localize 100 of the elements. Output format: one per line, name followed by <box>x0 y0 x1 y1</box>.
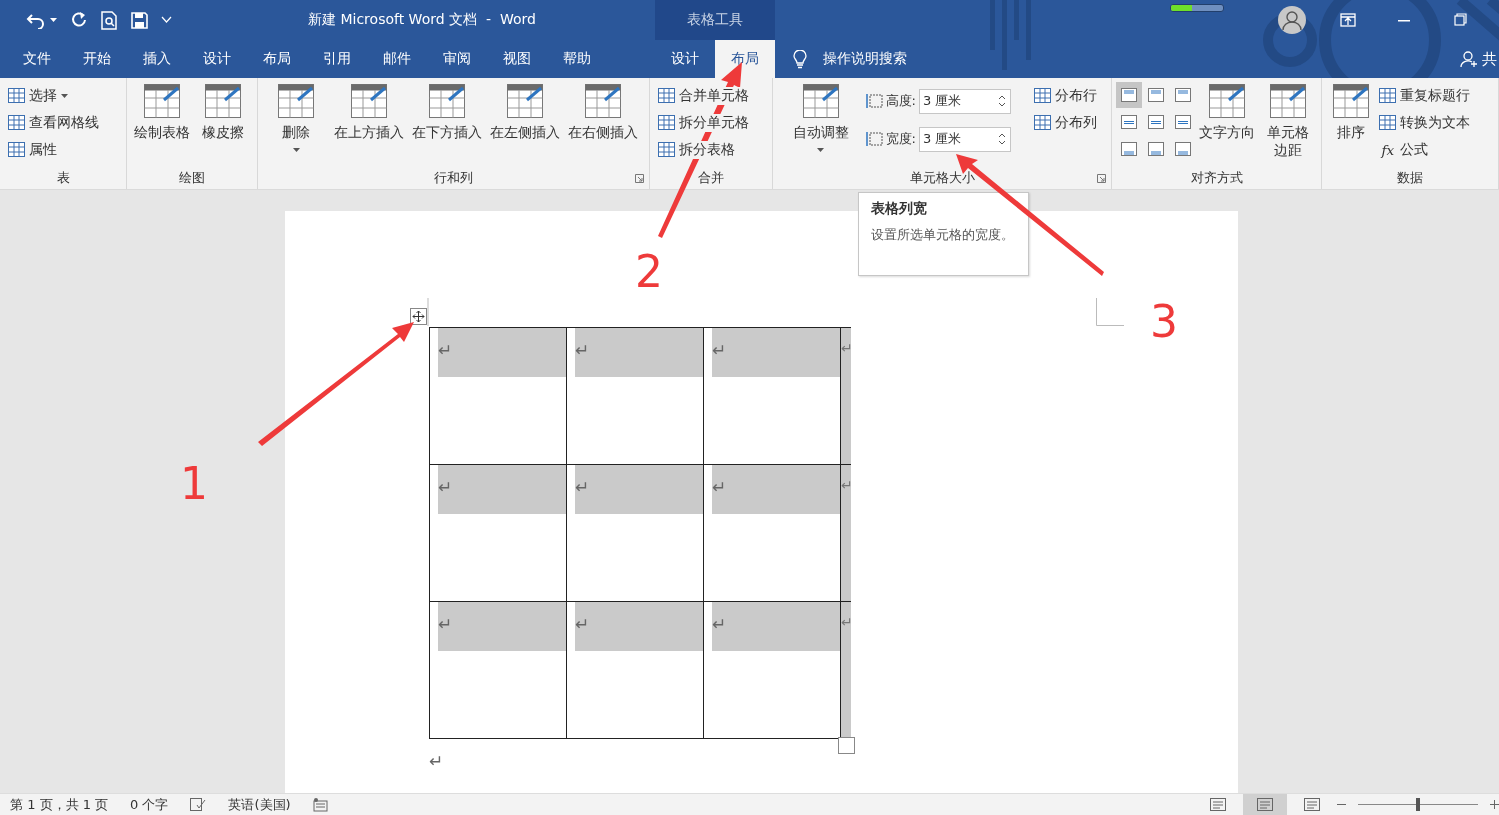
table-icon <box>1034 88 1052 103</box>
ribbon-tab[interactable]: 邮件 <box>367 40 427 78</box>
ribbon-tab[interactable]: 帮助 <box>547 40 607 78</box>
ribbon-button[interactable]: 文字方向 <box>1196 82 1259 144</box>
language[interactable]: 英语(美国) <box>228 795 291 814</box>
ribbon-button[interactable]: 在下方插入 <box>408 82 486 144</box>
ribbon-button[interactable]: 属性 <box>4 136 103 163</box>
text-align-icon <box>1148 142 1164 156</box>
print-preview-icon[interactable] <box>101 10 118 30</box>
zoom-in-icon[interactable] <box>1490 800 1499 809</box>
ribbon-button[interactable]: 转换为文本 <box>1375 109 1494 136</box>
table-icon <box>507 84 543 118</box>
ribbon-tab[interactable]: 布局 <box>247 40 307 78</box>
view-button[interactable] <box>1243 793 1287 815</box>
ribbon-button[interactable]: 在上方插入 <box>330 82 408 144</box>
ribbon-button[interactable]: 自动调整 <box>777 82 865 154</box>
group-label: 表 <box>56 169 70 187</box>
ribbon-button[interactable]: 橡皮擦 <box>192 82 253 144</box>
caret-icon <box>817 147 825 152</box>
add-person-icon <box>1460 50 1478 68</box>
annotation-number: 2 <box>635 250 663 294</box>
resize-handle-icon[interactable] <box>838 737 855 754</box>
ribbon-button[interactable]: 单元格边距 <box>1258 82 1317 162</box>
macro-icon[interactable] <box>312 797 328 812</box>
group-label: 合并 <box>698 169 724 187</box>
page-count[interactable]: 第 1 页，共 1 页 <box>10 795 109 814</box>
move-handle-icon[interactable] <box>410 308 427 325</box>
table-icon <box>1034 115 1052 130</box>
ribbon-button[interactable]: 分布列 <box>1030 109 1107 136</box>
text-align-icon <box>1121 88 1137 102</box>
spin-field[interactable]: 3 厘米 <box>919 126 1011 152</box>
group-label: 数据 <box>1397 169 1423 187</box>
spin-arrows-icon[interactable] <box>999 94 1005 108</box>
ribbon-button[interactable]: 选择 <box>4 82 103 109</box>
row-end-marker: ↵ <box>841 602 851 738</box>
undo-icon[interactable] <box>26 11 46 29</box>
word-count[interactable]: 0 个字 <box>130 795 169 814</box>
ribbon-button[interactable]: 在右侧插入 <box>564 82 642 144</box>
view-icon <box>1257 798 1273 811</box>
table-icon <box>278 84 314 118</box>
field-label: 高度: <box>885 92 916 110</box>
ribbon-tab[interactable]: 引用 <box>307 40 367 78</box>
ribbon-button[interactable]: 拆分表格 <box>654 136 753 163</box>
table-icon <box>429 84 465 118</box>
group-label: 行和列 <box>434 169 473 187</box>
caret-icon <box>61 93 68 98</box>
ribbon-button[interactable]: fx 公式 <box>1375 136 1494 163</box>
avatar-icon[interactable] <box>1278 6 1306 34</box>
context-group-title: 表格工具 <box>655 0 775 40</box>
ribbon-tab[interactable]: 设计 <box>187 40 247 78</box>
ribbon-button[interactable]: 分布行 <box>1030 82 1107 109</box>
caret-icon[interactable] <box>50 17 57 23</box>
ribbon-tab[interactable]: 设计 <box>655 40 715 78</box>
group-label: 单元格大小 <box>909 169 975 187</box>
table-icon <box>1379 88 1397 103</box>
text-align-icon <box>1121 115 1137 129</box>
ribbon-display-icon[interactable] <box>1340 13 1356 27</box>
save-icon[interactable] <box>131 11 148 29</box>
ribbon-tab[interactable]: 文件 <box>7 40 67 78</box>
dialog-launcher-icon[interactable] <box>1097 174 1106 183</box>
dialog-launcher-icon[interactable] <box>635 174 644 183</box>
group-label: 对齐方式 <box>1190 169 1243 187</box>
table-icon <box>802 84 839 118</box>
spin-field[interactable]: 3 厘米 <box>919 88 1011 114</box>
cell-size-icon <box>864 93 883 109</box>
zoom-out-icon[interactable] <box>1337 803 1346 806</box>
ribbon-button[interactable]: 重复标题行 <box>1375 82 1494 109</box>
table-icon <box>143 84 180 118</box>
lightbulb-icon <box>793 49 807 69</box>
ribbon-button[interactable]: 拆分单元格 <box>654 109 753 136</box>
restore-icon[interactable] <box>1454 13 1467 26</box>
table-icon <box>585 84 621 118</box>
table-icon <box>1332 84 1369 118</box>
ribbon-button[interactable]: 删除 <box>262 82 330 154</box>
text-align-icon <box>1121 142 1137 156</box>
tell-me-search[interactable]: 操作说明搜索 <box>793 40 907 78</box>
ribbon-tab[interactable]: 开始 <box>67 40 127 78</box>
progress-bar <box>1170 4 1224 12</box>
ribbon-tab[interactable]: 审阅 <box>427 40 487 78</box>
ribbon-tab[interactable]: 布局 <box>715 40 775 78</box>
table-icon <box>658 142 675 157</box>
text-align-icon <box>1148 88 1164 102</box>
text-align-icon <box>1175 88 1191 102</box>
text-align-icon <box>1175 142 1191 156</box>
ribbon-button[interactable]: 在左侧插入 <box>486 82 564 144</box>
table-icon <box>204 84 241 118</box>
proofing-icon[interactable] <box>190 798 207 811</box>
customize-icon[interactable] <box>161 16 172 24</box>
ribbon-button[interactable]: 合并单元格 <box>654 82 753 109</box>
share-button[interactable]: 共 <box>1460 40 1499 78</box>
ribbon-button[interactable]: 排序 <box>1326 82 1376 144</box>
table-icon <box>1269 84 1306 118</box>
align-button[interactable] <box>1116 82 1142 108</box>
table-icon <box>658 88 675 103</box>
ribbon-tab[interactable]: 插入 <box>127 40 187 78</box>
redo-icon[interactable] <box>70 11 88 29</box>
spin-arrows-icon[interactable] <box>999 132 1005 146</box>
ribbon-button[interactable]: 绘制表格 <box>131 82 192 144</box>
ribbon-button[interactable]: 查看网格线 <box>4 109 103 136</box>
ribbon-tab[interactable]: 视图 <box>487 40 547 78</box>
